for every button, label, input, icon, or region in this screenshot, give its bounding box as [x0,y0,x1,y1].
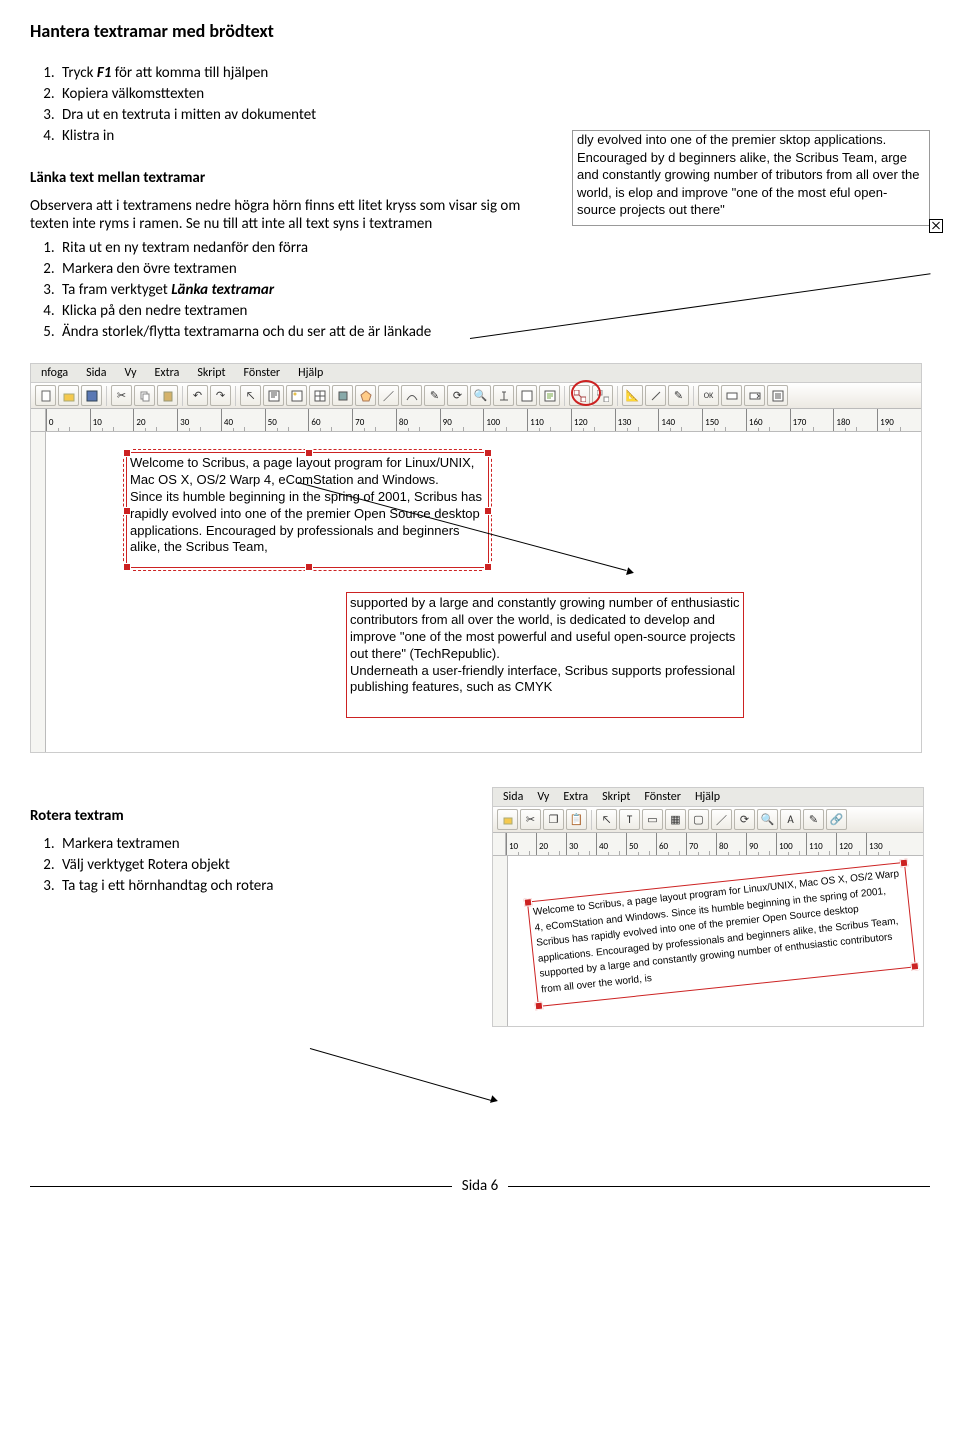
shape-icon[interactable]: ▢ [688,809,709,830]
menu-item[interactable]: Skript [197,366,225,380]
list-item: Ändra storlek/flytta textramarna och du … [58,323,552,341]
link-paragraph: Observera att i textramens nedre högra h… [30,197,552,233]
menu-bar: Sida Vy Extra Skript Fönster Hjälp [493,788,923,807]
menu-item[interactable]: nfoga [41,366,68,380]
list-item: Kopiera välkomsttexten [58,85,552,103]
text-frame-2[interactable]: supported by a large and constantly grow… [346,592,744,718]
line-icon[interactable]: ／ [711,809,732,830]
page-footer: Sida 6 [30,1177,930,1195]
cut-icon[interactable]: ✂ [111,385,132,406]
document-canvas[interactable]: Welcome to Scribus, a page layout progra… [46,432,921,752]
list-item: Klicka på den nedre textramen [58,302,552,320]
new-icon[interactable] [35,385,56,406]
toolbar: ✂ ↶ ↷ ↖ ／ ✎ ⟳ 🔍 📐 ✎ OK [31,383,921,409]
imageframe-icon[interactable] [286,385,307,406]
toolbar: ✂ ❐ 📋 ↖ T ▭ ▦ ▢ ／ ⟳ 🔍 A ✎ 🔗 [493,807,923,833]
list-item: Tryck F1 för att komma till hjälpen [58,64,552,82]
eyedropper-icon[interactable]: ✎ [668,385,689,406]
table-icon[interactable] [309,385,330,406]
menu-item[interactable]: Sida [86,366,106,380]
menu-item[interactable]: Fönster [244,366,281,380]
page-title: Hantera textramar med brödtext [30,20,930,42]
menu-item[interactable]: Hjälp [298,366,323,380]
redo-icon[interactable]: ↷ [210,385,231,406]
story-editor-icon[interactable] [539,385,560,406]
vertical-ruler [31,432,46,752]
horizontal-ruler: 0 10 20 30 40 50 60 70 80 90 100 110 120… [31,409,921,432]
rotera-heading: Rotera textram [30,807,462,825]
copy-icon[interactable]: ❐ [543,809,564,830]
section2-list: Rita ut en ny textram nedanför den förra… [58,239,552,341]
list-item: Dra ut en textruta i mitten av dokumente… [58,106,552,124]
menu-item[interactable]: Vy [124,366,136,380]
menu-item[interactable]: Hjälp [695,790,720,804]
textframe-icon[interactable]: T [619,809,640,830]
highlight-circle [571,380,601,406]
edit-text-icon[interactable] [493,385,514,406]
list-item: Ta tag i ett hörnhandtag och rotera [58,877,462,895]
link-icon[interactable]: 🔗 [826,809,847,830]
menu-item[interactable]: Extra [155,366,180,380]
menu-item[interactable]: Sida [503,790,523,804]
menu-bar: nfoga Sida Vy Extra Skript Fönster Hjälp [31,364,921,383]
edit-text-icon[interactable]: A [780,809,801,830]
open-icon[interactable] [497,809,518,830]
page-number: Sida 6 [462,1177,498,1195]
zoom-icon[interactable]: 🔍 [470,385,491,406]
list-item: Rita ut en ny textram nedanför den förra [58,239,552,257]
paste-icon[interactable]: 📋 [566,809,587,830]
edit-image-icon[interactable] [516,385,537,406]
paste-icon[interactable] [157,385,178,406]
select-icon[interactable]: ↖ [596,809,617,830]
horizontal-ruler: 10 20 30 40 50 60 70 80 90 100 110 120 1… [493,833,923,856]
pdf-combo-icon[interactable] [744,385,765,406]
link-heading: Länka text mellan textramar [30,169,552,187]
vertical-ruler [493,856,508,1026]
freehand-icon[interactable]: ✎ [424,385,445,406]
document-canvas[interactable]: Welcome to Scribus, a page layout progra… [508,856,923,1026]
pdf-text-icon[interactable] [721,385,742,406]
list-item: Välj verktyget Rotera objekt [58,856,462,874]
list-item: Ta fram verktyget Länka textramar [58,281,552,299]
shape-icon[interactable] [332,385,353,406]
scribus-screenshot-linked-frames: nfoga Sida Vy Extra Skript Fönster Hjälp… [30,363,922,753]
zoom-icon[interactable]: 🔍 [757,809,778,830]
menu-item[interactable]: Extra [563,790,588,804]
rotate-icon[interactable]: ⟳ [734,809,755,830]
menu-item[interactable]: Vy [537,790,549,804]
pdf-list-icon[interactable] [767,385,788,406]
menu-item[interactable]: Fönster [644,790,681,804]
bezier-icon[interactable] [401,385,422,406]
rotated-text-frame[interactable]: Welcome to Scribus, a page layout progra… [527,862,916,1007]
cut-icon[interactable]: ✂ [520,809,541,830]
table-icon[interactable]: ▦ [665,809,686,830]
textframe-overflow-preview: dly evolved into one of the premier skto… [572,130,930,226]
measure-icon[interactable]: 📐 [622,385,643,406]
undo-icon[interactable]: ↶ [187,385,208,406]
overflow-indicator-icon [929,219,943,233]
story-editor-icon[interactable]: ✎ [803,809,824,830]
menu-item[interactable]: Skript [602,790,630,804]
save-icon[interactable] [81,385,102,406]
key-f1: F1 [97,64,112,82]
copy-props-icon[interactable] [645,385,666,406]
imageframe-icon[interactable]: ▭ [642,809,663,830]
list-item: Markera textramen [58,835,462,853]
open-icon[interactable] [58,385,79,406]
line-icon[interactable]: ／ [378,385,399,406]
polygon-icon[interactable] [355,385,376,406]
text-frame-1[interactable]: Welcome to Scribus, a page layout progra… [126,452,489,568]
rotate-icon[interactable]: ⟳ [447,385,468,406]
section1-list: Tryck F1 för att komma till hjälpen Kopi… [58,64,552,145]
list-item: Klistra in [58,127,552,145]
scribus-screenshot-rotated: Sida Vy Extra Skript Fönster Hjälp ✂ ❐ 📋… [492,787,924,1027]
select-icon[interactable]: ↖ [240,385,261,406]
arrow-head-icon [490,1095,499,1105]
rotera-list: Markera textramen Välj verktyget Rotera … [58,835,462,895]
copy-icon[interactable] [134,385,155,406]
list-item: Markera den övre textramen [58,260,552,278]
pointer-arrow [310,1048,493,1101]
pdf-checkbox-icon[interactable]: OK [698,385,719,406]
textframe-icon[interactable] [263,385,284,406]
